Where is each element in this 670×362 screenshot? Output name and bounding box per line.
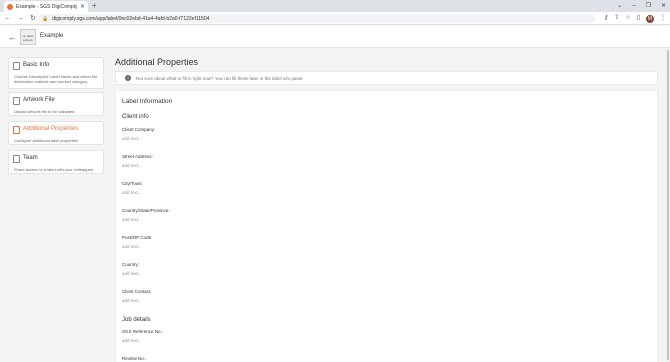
close-window-icon[interactable]: ✕ [661, 1, 666, 11]
info-notice: i Not sure about what to fill in right n… [115, 71, 658, 85]
document-icon [13, 126, 20, 134]
notice-text: Not sure about what to fill in right now… [136, 76, 304, 81]
reload-icon[interactable]: ↻ [30, 13, 36, 24]
restore-icon[interactable]: ❐ [646, 1, 651, 11]
step-additional-properties[interactable]: Additional Properties Configure addition… [8, 121, 104, 145]
document-icon [13, 97, 20, 105]
step-artwork-file[interactable]: Artwork File Upload artwork file to be v… [8, 92, 104, 116]
forward-arrow-icon[interactable]: → [17, 13, 24, 24]
key-icon[interactable]: ⚷ [604, 13, 608, 24]
share-icon[interactable]: ⇪ [614, 13, 619, 24]
label-information-card: Label Information Client info Client Com… [115, 90, 658, 362]
field-label: City/Town: [122, 181, 143, 186]
toolbar-icons: ⚷ ⇪ ☆ ▯ M ⋮ [604, 13, 666, 24]
field-label: Country/State/Province: [122, 208, 170, 213]
address-bar: ← → ↻ 🔒 digicomply.sgs.com/app/label/0ec… [0, 12, 670, 25]
sidepanel-icon[interactable]: ▯ [637, 13, 640, 24]
field-label: Street Address: [122, 154, 153, 159]
page-title: Additional Properties [115, 57, 199, 67]
state-province-input[interactable]: add text... [122, 216, 642, 224]
nav-buttons: ← → ↻ [4, 13, 36, 24]
minimize-icon[interactable]: – [632, 1, 635, 11]
section-title: Client info [122, 114, 149, 120]
chevron-down-icon[interactable]: ⌄ [617, 1, 622, 11]
field-label: Country: [122, 262, 140, 267]
lock-icon: 🔒 [42, 15, 49, 22]
document-icon [13, 155, 20, 163]
close-tab-icon[interactable]: ✕ [80, 4, 85, 10]
scrollbar-thumb[interactable] [667, 50, 669, 360]
app-header: ← no label artwork Example [0, 26, 670, 48]
step-description: Upload artwork file to be validated. [14, 109, 76, 114]
window-controls: ⌄ – ❐ ✕ [617, 1, 666, 11]
country-input[interactable]: add text... [122, 270, 642, 278]
step-description: Choose Descriptive Label Name and select… [14, 74, 98, 84]
step-title: Additional Properties [23, 126, 79, 132]
url-field[interactable]: 🔒 digicomply.sgs.com/app/label/0ec02ebd-… [38, 14, 596, 23]
back-arrow-icon[interactable]: ← [4, 13, 11, 24]
step-title: Basic Info [23, 62, 50, 68]
sgs-favicon-icon [7, 3, 13, 10]
step-title: Team [23, 155, 38, 161]
url-text: digicomply.sgs.com/app/label/0ec02ebd-41… [52, 15, 210, 22]
field-label: SGS Reference No.: [122, 329, 164, 334]
menu-icon[interactable]: ⋮ [660, 13, 666, 24]
new-tab-icon[interactable]: + [92, 1, 97, 11]
step-title: Artwork File [23, 97, 55, 103]
avatar[interactable]: M [646, 14, 654, 23]
street-address-input[interactable]: add text... [122, 162, 642, 170]
field-label: Client Company: [122, 127, 156, 132]
info-icon: i [125, 75, 131, 81]
city-town-input[interactable]: add text... [122, 189, 642, 197]
back-icon[interactable]: ← [8, 31, 17, 43]
field-label: Client Contact: [122, 289, 152, 294]
step-description: Configure additional label properties [14, 138, 79, 143]
field-label: Review No.: [122, 356, 147, 361]
document-icon [13, 62, 20, 70]
sgs-reference-input[interactable]: add text... [122, 337, 642, 345]
tab-title: Example - SGS DigiComply [16, 3, 77, 10]
browser-tab-bar: Example - SGS DigiComply ✕ + ⌄ – ❐ ✕ [0, 0, 670, 12]
step-team[interactable]: Team Share access to a label with your c… [8, 150, 104, 174]
client-contact-input[interactable]: add text... [122, 297, 642, 305]
step-description: Share access to a label with your collea… [14, 167, 95, 172]
zip-code-input[interactable]: add text... [122, 243, 642, 251]
section-title: Job details [122, 317, 151, 323]
client-company-input[interactable]: add text... [122, 135, 642, 143]
label-thumbnail: no label artwork [20, 29, 36, 45]
field-label: Post/ZIP Code: [122, 235, 153, 240]
label-name: Example [40, 33, 64, 39]
step-basic-info[interactable]: Basic Info Choose Descriptive Label Name… [8, 57, 104, 89]
card-title: Label Information [122, 98, 173, 105]
star-icon[interactable]: ☆ [625, 13, 630, 24]
browser-tab[interactable]: Example - SGS DigiComply ✕ [4, 1, 88, 12]
